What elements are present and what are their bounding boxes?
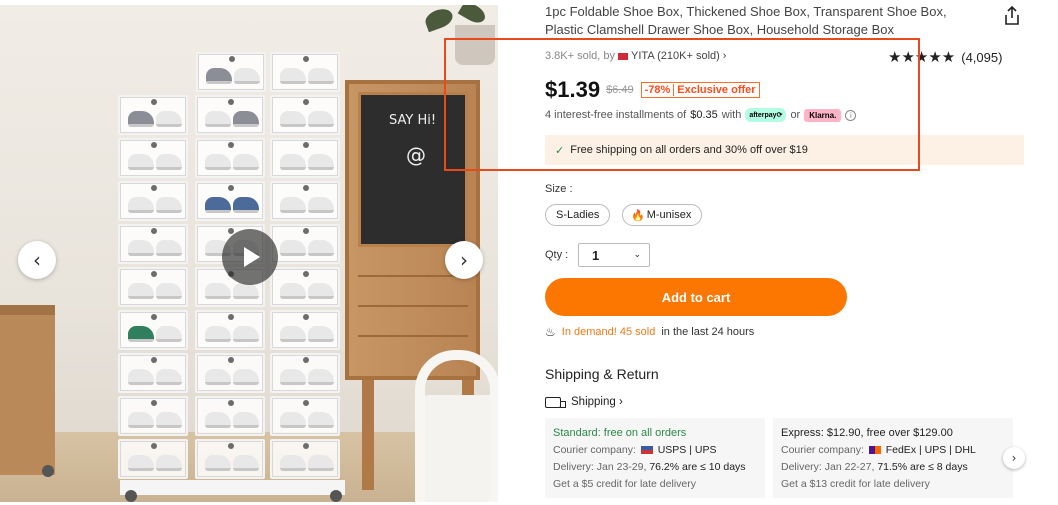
shipping-next-button[interactable]: ›	[1003, 447, 1025, 469]
delivery-stat: 71.5% are ≤ 8 days	[877, 461, 968, 473]
shoe-box	[270, 267, 340, 307]
shoe-box	[118, 310, 188, 350]
cabinet-drawer	[358, 305, 468, 325]
gallery-prev-button[interactable]: ‹	[18, 241, 56, 279]
size-option-label: S-Ladies	[556, 209, 600, 221]
rating-count[interactable]: (4,095)	[961, 50, 1002, 65]
wooden-shelf	[0, 305, 55, 475]
rack-wheel	[125, 490, 137, 502]
shelf-wheel	[42, 465, 54, 477]
shoe-box	[118, 439, 188, 479]
courier-row: Courier company: FedEx | UPS | DHL	[781, 442, 1005, 459]
shoe-box	[270, 52, 340, 92]
chevron-down-icon: ⌄	[633, 250, 641, 260]
shipping-card-title: Standard: free on all orders	[553, 427, 687, 439]
shoe-box	[195, 353, 265, 393]
delivery-row: Delivery: Jan 22-27, 71.5% are ≤ 8 days	[781, 459, 1005, 476]
size-option-m-unisex[interactable]: 🔥 M-unisex	[622, 204, 703, 226]
shoe-box	[118, 353, 188, 393]
delivery-row: Delivery: Jan 23-29, 76.2% are ≤ 10 days	[553, 459, 757, 476]
product-title: 1pc Foldable Shoe Box, Thickened Shoe Bo…	[545, 4, 947, 37]
add-to-cart-button[interactable]: Add to cart	[545, 278, 847, 316]
size-option-s-ladies[interactable]: S-Ladies	[545, 204, 611, 226]
product-image-gallery[interactable]: SAY Hi! @ ‹ ›	[0, 5, 498, 502]
courier-names: USPS | UPS	[657, 444, 717, 456]
shoe-box	[118, 181, 188, 221]
shipping-link[interactable]: Shipping ›	[545, 396, 623, 408]
chalkboard-text: SAY Hi!	[389, 113, 437, 128]
shipping-card-title: Express: $12.90, free over $129.00	[781, 427, 953, 439]
play-icon	[244, 247, 260, 267]
courier-label: Courier company:	[553, 444, 636, 456]
usps-logo-icon	[640, 446, 653, 455]
quantity-value: 1	[592, 247, 600, 263]
shoe-box	[195, 439, 265, 479]
rack-base	[120, 480, 345, 495]
rack-wheel	[330, 490, 342, 502]
highlight-box	[444, 38, 920, 171]
chevron-right-icon: ›	[460, 248, 468, 272]
size-option-label: M-unisex	[646, 209, 692, 221]
truck-icon	[545, 396, 566, 408]
chevron-left-icon: ‹	[33, 248, 41, 272]
shipping-link-label: Shipping ›	[571, 396, 623, 408]
shoe-box	[118, 396, 188, 436]
shoe-box	[270, 224, 340, 264]
delivery-dates: Delivery: Jan 23-29,	[553, 461, 647, 473]
qty-label: Qty :	[545, 249, 569, 261]
late-credit: Get a $13 credit for late delivery	[781, 478, 930, 490]
flame-icon: 🔥	[631, 208, 645, 222]
cabinet-drawer	[358, 275, 468, 295]
shoe-box	[195, 396, 265, 436]
shoe-box	[118, 138, 188, 178]
shoe-box	[195, 95, 265, 135]
demand-highlight: In demand! 45 sold	[561, 326, 656, 338]
quantity-select[interactable]: 1 ⌄	[578, 243, 650, 267]
shoe-box	[270, 95, 340, 135]
shipping-return-heading: Shipping & Return	[545, 366, 659, 382]
shoe-box	[195, 181, 265, 221]
shoe-box	[270, 353, 340, 393]
play-video-button[interactable]	[222, 229, 278, 285]
delivery-stat: 76.2% are ≤ 10 days	[649, 461, 746, 473]
courier-label: Courier company:	[781, 444, 864, 456]
late-credit: Get a $5 credit for late delivery	[553, 478, 696, 490]
shoe-box	[196, 52, 266, 92]
demand-notice: ♨ In demand! 45 sold in the last 24 hour…	[545, 325, 754, 339]
shoe-box	[270, 396, 340, 436]
delivery-dates: Delivery: Jan 22-27,	[781, 461, 875, 473]
demand-text: in the last 24 hours	[661, 326, 755, 338]
cabinet-leg	[362, 380, 374, 490]
chalkboard-doodle: @	[406, 143, 426, 167]
share-icon[interactable]	[1001, 5, 1023, 27]
chair-back	[415, 350, 498, 502]
size-label: Size :	[545, 183, 573, 195]
shoe-box	[118, 224, 188, 264]
express-shipping-card[interactable]: Express: $12.90, free over $129.00 Couri…	[773, 418, 1013, 498]
shoe-box	[270, 439, 340, 479]
gallery-next-button[interactable]: ›	[445, 241, 483, 279]
fedex-logo-icon	[868, 446, 881, 455]
shoe-box	[195, 138, 265, 178]
chevron-right-icon: ›	[1011, 451, 1017, 465]
shoe-box	[195, 310, 265, 350]
courier-names: FedEx | UPS | DHL	[885, 444, 976, 456]
shoe-box	[270, 310, 340, 350]
shoe-box	[270, 138, 340, 178]
shoe-box	[118, 267, 188, 307]
standard-shipping-card[interactable]: Standard: free on all orders Courier com…	[545, 418, 765, 498]
shoe-box	[270, 181, 340, 221]
flame-outline-icon: ♨	[545, 325, 556, 339]
courier-row: Courier company: USPS | UPS	[553, 442, 757, 459]
shoe-box	[118, 95, 188, 135]
